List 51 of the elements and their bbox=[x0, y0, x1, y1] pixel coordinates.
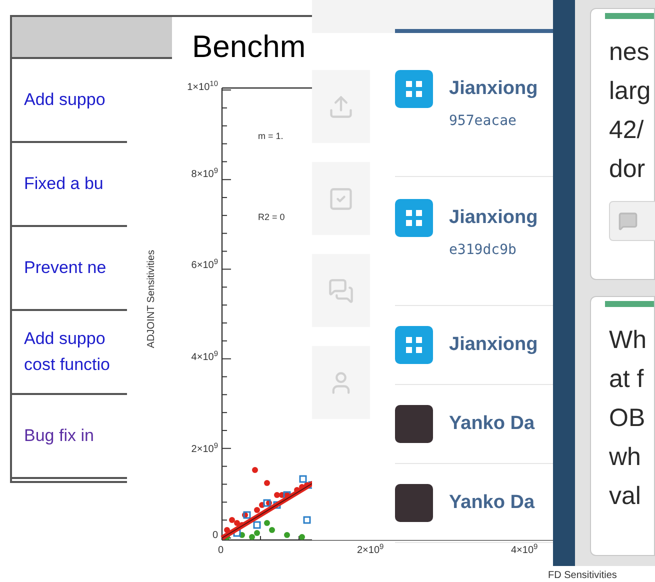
card-text-line: larg bbox=[609, 76, 652, 107]
y-tick-label: 4×10$^{9}$ bbox=[191, 352, 218, 364]
commit-link[interactable]: Bug fix in bbox=[24, 423, 94, 449]
card-text-line: wh bbox=[609, 442, 642, 473]
author-name[interactable]: Jianxiong bbox=[449, 199, 538, 237]
fit-annotation: m = 1. bbox=[258, 131, 284, 142]
identicon-avatar bbox=[395, 326, 433, 364]
y-tick-label: 1×10$^{10}$ bbox=[187, 82, 218, 94]
y-tick-label: 8×10$^{9}$ bbox=[191, 169, 218, 181]
author-name[interactable]: Jianxiong bbox=[449, 326, 538, 364]
commit-link[interactable]: Add suppo cost functio bbox=[24, 326, 110, 378]
tool-button[interactable] bbox=[312, 346, 370, 419]
card-accent-bar bbox=[605, 13, 654, 19]
author-name[interactable]: Jianxiong bbox=[449, 70, 538, 108]
author-name[interactable]: Yanko Da bbox=[449, 484, 535, 522]
commit-hash[interactable]: 957eacae bbox=[449, 111, 538, 131]
tool-button[interactable] bbox=[312, 70, 370, 143]
comment-icon bbox=[618, 211, 638, 231]
y-tick-label: 6×10$^{9}$ bbox=[191, 260, 218, 272]
x-tick-label: 2×10$^{9}$ bbox=[357, 545, 384, 557]
identicon-avatar bbox=[395, 70, 433, 108]
x-tick-label: 4×10$^{9}$ bbox=[511, 545, 538, 557]
chart-title: Benchm bbox=[192, 29, 306, 64]
x-axis-label: FD Sensitivities bbox=[548, 571, 617, 581]
card-text-line: at f bbox=[609, 364, 645, 395]
fit-annotation: R2 = 0 bbox=[258, 212, 285, 223]
x-tick-label: 0 bbox=[218, 545, 224, 557]
card-text-line: dor bbox=[609, 154, 646, 185]
author-name[interactable]: Yanko Da bbox=[449, 405, 535, 443]
photo-placeholder bbox=[395, 405, 433, 443]
card-text-line: val bbox=[609, 481, 642, 512]
commit-link[interactable]: Prevent ne bbox=[24, 255, 106, 281]
y-tick-label: 2×10$^{9}$ bbox=[191, 444, 218, 456]
card-text-line: nes bbox=[609, 37, 650, 68]
card-text-line: OB bbox=[609, 403, 646, 434]
checkbox-icon bbox=[328, 186, 354, 212]
tool-button[interactable] bbox=[312, 162, 370, 235]
y-tick-label: 0 bbox=[212, 530, 218, 542]
upload-icon bbox=[328, 94, 354, 120]
identicon-avatar bbox=[395, 199, 433, 237]
commit-hash[interactable]: e319dc9b bbox=[449, 240, 538, 260]
tool-button[interactable] bbox=[312, 254, 370, 327]
card-text-line: Wh bbox=[609, 325, 648, 356]
card-accent-bar bbox=[605, 301, 654, 307]
commit-link[interactable]: Fixed a bu bbox=[24, 171, 104, 197]
comments-icon bbox=[328, 278, 354, 304]
commit-link[interactable]: Add suppo bbox=[24, 87, 106, 113]
photo-placeholder bbox=[395, 484, 433, 522]
y-axis-label: ADJOINT Sensitivities bbox=[146, 248, 158, 350]
comment-button[interactable] bbox=[609, 201, 655, 241]
card-text-line: 42/ bbox=[609, 115, 645, 146]
